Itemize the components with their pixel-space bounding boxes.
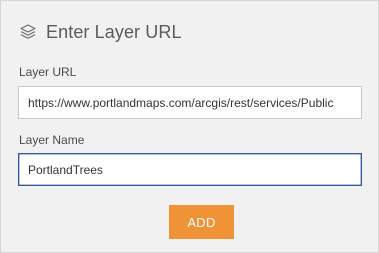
add-layer-panel: Enter Layer URL Layer URL Layer Name ADD — [0, 0, 379, 253]
layer-name-input[interactable] — [18, 153, 362, 186]
layer-url-label: Layer URL — [19, 65, 77, 79]
layers-icon — [19, 23, 37, 41]
panel-header: Enter Layer URL — [19, 19, 182, 45]
add-button[interactable]: ADD — [169, 205, 234, 239]
panel-title: Enter Layer URL — [46, 21, 182, 42]
layer-url-input[interactable] — [18, 86, 362, 119]
layer-name-label: Layer Name — [19, 133, 85, 147]
